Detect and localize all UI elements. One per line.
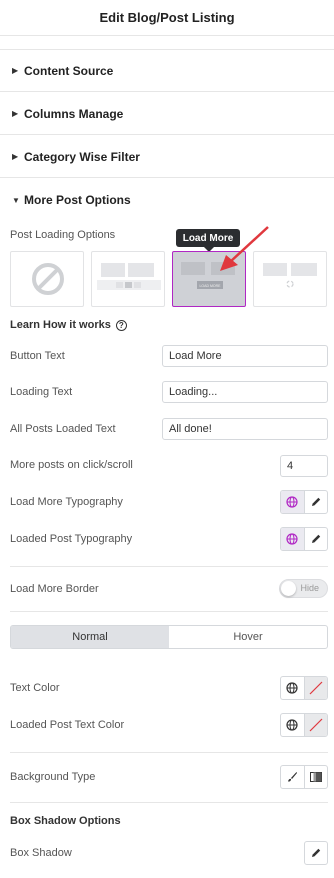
caret-right-icon: ▶	[12, 66, 19, 75]
section-label: Columns Manage	[24, 106, 124, 121]
toggle-knob	[281, 581, 296, 596]
post-loading-options-row: Post Loading Options	[10, 228, 328, 242]
tab-hover[interactable]: Hover	[169, 626, 327, 648]
globe-icon	[286, 496, 298, 508]
loaded-post-typography-controls	[280, 527, 328, 551]
divider	[10, 566, 328, 567]
caret-right-icon: ▶	[12, 152, 19, 161]
globe-icon	[286, 533, 298, 545]
section-label: Category Wise Filter	[24, 149, 140, 164]
loaded-post-text-color-label: Loaded Post Text Color	[10, 719, 125, 731]
loaded-post-typography-label: Loaded Post Typography	[10, 533, 133, 545]
loading-option-none[interactable]	[10, 251, 84, 307]
panel-header: Edit Blog/Post Listing	[0, 0, 334, 36]
no-color-icon	[309, 718, 323, 732]
divider	[10, 611, 328, 612]
global-color-button[interactable]	[281, 714, 304, 736]
more-posts-label: More posts on click/scroll	[10, 459, 133, 471]
background-type-controls	[280, 765, 328, 789]
no-symbol-icon	[32, 263, 64, 295]
background-classic-button[interactable]	[281, 766, 304, 788]
section-category-wise-filter[interactable]: ▶ Category Wise Filter	[0, 136, 334, 178]
text-color-controls	[280, 676, 328, 700]
load-more-typography-label: Load More Typography	[10, 496, 123, 508]
divider	[10, 802, 328, 803]
background-type-label: Background Type	[10, 771, 96, 783]
global-typography-button[interactable]	[281, 491, 304, 513]
caret-right-icon: ▶	[12, 109, 19, 118]
red-arrow-annotation-icon	[220, 226, 269, 271]
loaded-post-text-color-controls	[280, 713, 328, 737]
learn-how-row[interactable]: Learn How it works ?	[10, 318, 328, 332]
caret-down-icon: ▼	[12, 195, 20, 205]
box-shadow-row: Box Shadow	[10, 845, 328, 861]
no-color-icon	[309, 681, 323, 695]
load-more-border-toggle[interactable]: Hide	[279, 579, 328, 598]
color-picker-button[interactable]	[303, 677, 327, 699]
box-shadow-label: Box Shadow	[10, 847, 72, 859]
loading-text-input[interactable]	[162, 381, 328, 403]
load-more-border-label: Load More Border	[10, 583, 99, 595]
brush-icon	[288, 772, 298, 782]
edit-typography-button[interactable]	[303, 528, 328, 550]
gradient-icon	[309, 772, 322, 782]
toggle-state-text: Hide	[300, 583, 319, 593]
divider	[10, 752, 328, 753]
post-loading-options-label: Post Loading Options	[10, 229, 116, 241]
state-tabs: Normal Hover	[10, 625, 328, 649]
loading-text-label: Loading Text	[10, 386, 73, 398]
box-shadow-options-row: Box Shadow Options	[10, 814, 328, 828]
text-color-label: Text Color	[10, 682, 60, 694]
pencil-icon	[312, 848, 321, 857]
more-posts-number-input[interactable]	[280, 455, 328, 477]
color-picker-button[interactable]	[303, 714, 327, 736]
edit-typography-button[interactable]	[303, 491, 328, 513]
learn-how-link[interactable]: Learn How it works	[10, 319, 111, 331]
tab-normal[interactable]: Normal	[11, 626, 169, 648]
all-loaded-text-label: All Posts Loaded Text	[10, 423, 116, 435]
section-more-post-options[interactable]: ▼ More Post Options	[0, 179, 334, 221]
pencil-icon	[311, 497, 320, 506]
global-color-button[interactable]	[281, 677, 304, 699]
button-text-input[interactable]	[162, 345, 328, 367]
help-question-icon[interactable]: ?	[115, 319, 127, 331]
page-title: Edit Blog/Post Listing	[99, 10, 235, 25]
button-text-label: Button Text	[10, 350, 65, 362]
section-columns-manage[interactable]: ▶ Columns Manage	[0, 93, 334, 135]
pagination-layout-icon	[97, 263, 161, 290]
load-more-preview-text: LOAD MORE	[199, 284, 221, 288]
section-label: Content Source	[24, 63, 114, 78]
section-label: More Post Options	[24, 193, 131, 207]
all-loaded-text-input[interactable]	[162, 418, 328, 440]
pencil-icon	[311, 534, 320, 543]
box-shadow-edit-button[interactable]	[304, 841, 328, 865]
globe-icon	[286, 682, 298, 694]
section-content-source[interactable]: ▶ Content Source	[0, 50, 334, 92]
global-typography-button[interactable]	[281, 528, 304, 550]
load-more-typography-controls	[280, 490, 328, 514]
background-gradient-button[interactable]	[303, 766, 328, 788]
box-shadow-options-heading: Box Shadow Options	[10, 815, 121, 827]
loading-option-pagination[interactable]	[91, 251, 165, 307]
globe-icon	[286, 719, 298, 731]
